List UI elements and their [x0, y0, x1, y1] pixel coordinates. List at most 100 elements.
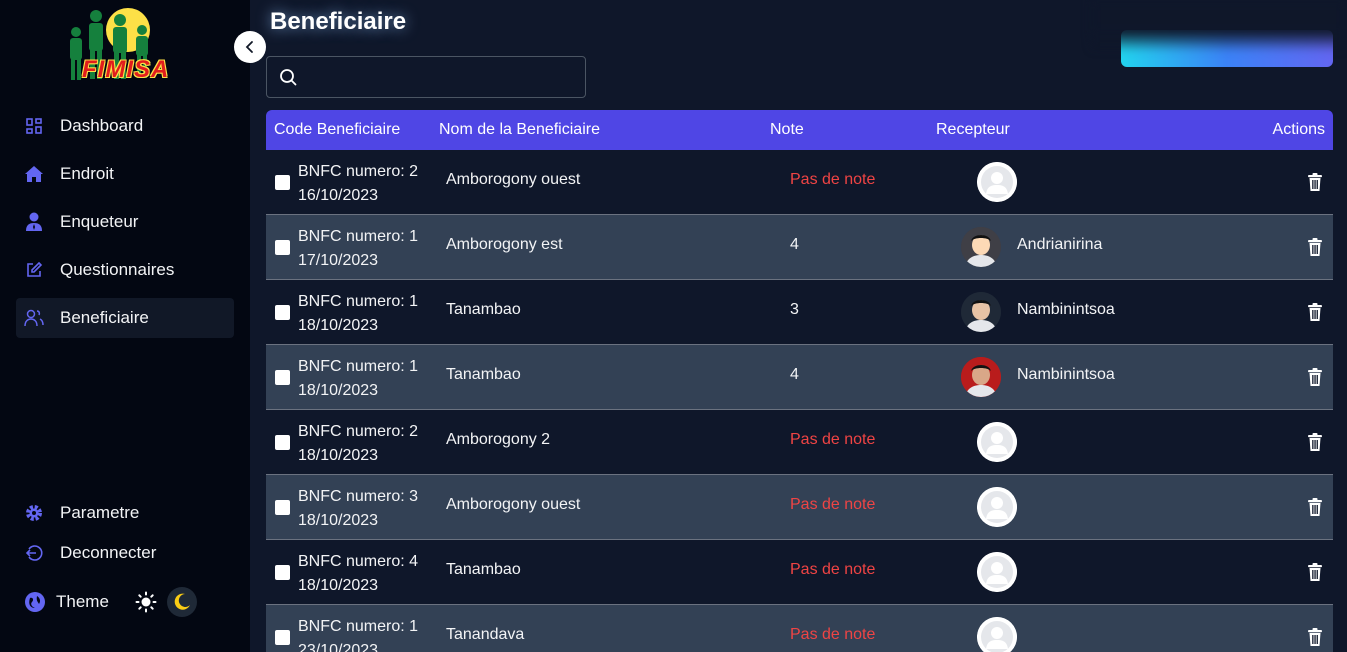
code-cell: BNFC numero: 2 16/10/2023: [298, 160, 418, 208]
theme-switcher: Theme: [24, 586, 197, 618]
sidebar-nav: Dashboard Endroit Enqueteur Questionnair…: [16, 106, 234, 346]
gear-icon: [24, 503, 44, 523]
nom-cell: Amborogony est: [446, 236, 563, 253]
row-checkbox[interactable]: [275, 305, 290, 320]
row-checkbox[interactable]: [275, 500, 290, 515]
row-checkbox[interactable]: [275, 370, 290, 385]
column-header-nom[interactable]: Nom de la Beneficiaire: [439, 121, 600, 139]
users-icon: [24, 308, 44, 328]
table-row[interactable]: BNFC numero: 3 18/10/2023 Amborogony oue…: [266, 475, 1333, 540]
column-header-code[interactable]: Code Beneficiaire: [274, 121, 400, 139]
table-row[interactable]: BNFC numero: 2 16/10/2023 Amborogony oue…: [266, 150, 1333, 215]
delete-button[interactable]: [1307, 302, 1323, 322]
date-text: 17/10/2023: [298, 252, 379, 269]
note-cell: Pas de note: [790, 431, 876, 448]
date-text: 18/10/2023: [298, 577, 379, 594]
delete-button[interactable]: [1307, 172, 1323, 192]
note-cell: Pas de note: [790, 626, 876, 643]
sidebar-item-label: Questionnaires: [60, 260, 175, 279]
date-text: 18/10/2023: [298, 447, 379, 464]
delete-button[interactable]: [1307, 432, 1323, 452]
table-row[interactable]: BNFC numero: 2 18/10/2023 Amborogony 2 P…: [266, 410, 1333, 475]
sidebar-item-deconnecter[interactable]: Deconnecter: [16, 536, 234, 570]
page-title: Beneficiaire: [270, 8, 407, 35]
code-text: BNFC numero: 1: [298, 228, 419, 245]
recepteur-name: Nambinintsoa: [1017, 301, 1115, 318]
note-cell: 4: [790, 236, 799, 253]
delete-button[interactable]: [1307, 237, 1323, 257]
row-checkbox[interactable]: [275, 175, 290, 190]
sidebar-item-parametre[interactable]: Parametre: [16, 496, 234, 530]
collapse-sidebar-button[interactable]: [234, 31, 266, 63]
sidebar-item-label: Deconnecter: [60, 543, 157, 562]
code-cell: BNFC numero: 3 18/10/2023: [298, 485, 418, 533]
row-checkbox[interactable]: [275, 565, 290, 580]
date-text: 18/10/2023: [298, 382, 379, 399]
note-cell: Pas de note: [790, 171, 876, 188]
sun-icon: [135, 591, 157, 613]
edit-icon: [24, 260, 44, 280]
note-cell: 3: [790, 301, 799, 318]
fimisa-logo[interactable]: FIMISA: [62, 2, 190, 88]
sidebar-item-dashboard[interactable]: Dashboard: [16, 106, 234, 146]
row-checkbox[interactable]: [275, 435, 290, 450]
trash-icon: [1308, 238, 1322, 256]
blurred-area: [1090, 0, 1347, 52]
sidebar: FIMISA Dashboard Endroit Enqueteur Quest…: [0, 0, 250, 652]
column-header-note[interactable]: Note: [770, 121, 804, 139]
table-row[interactable]: BNFC numero: 4 18/10/2023 Tanambao Pas d…: [266, 540, 1333, 605]
table-row[interactable]: BNFC numero: 1 23/10/2023 Tanandava Pas …: [266, 605, 1333, 652]
table-row[interactable]: BNFC numero: 1 18/10/2023 Tanambao 3 Nam…: [266, 280, 1333, 345]
user-tie-icon: [24, 212, 44, 232]
recepteur-avatar: [961, 357, 1001, 397]
column-header-recepteur[interactable]: Recepteur: [936, 121, 1010, 139]
trash-icon: [1308, 303, 1322, 321]
column-header-actions: Actions: [1272, 121, 1325, 138]
dark-theme-button[interactable]: [166, 587, 197, 617]
nom-cell: Amborogony ouest: [446, 496, 581, 513]
nom-cell: Amborogony ouest: [446, 171, 581, 188]
chevron-left-icon: [245, 41, 253, 53]
date-text: 18/10/2023: [298, 512, 379, 529]
code-cell: BNFC numero: 1 17/10/2023: [298, 225, 418, 273]
row-checkbox[interactable]: [275, 630, 290, 645]
recepteur-avatar: [961, 227, 1001, 267]
code-text: BNFC numero: 1: [298, 293, 419, 310]
sidebar-item-questionnaires[interactable]: Questionnaires: [16, 250, 234, 290]
theme-label: Theme: [56, 592, 109, 611]
code-text: BNFC numero: 1: [298, 358, 419, 375]
date-text: 23/10/2023: [298, 642, 379, 652]
recepteur-avatar: [961, 292, 1001, 332]
delete-button[interactable]: [1307, 562, 1323, 582]
nom-cell: Amborogony 2: [446, 431, 551, 448]
nom-cell: Tanambao: [446, 366, 521, 383]
table-row[interactable]: BNFC numero: 1 18/10/2023 Tanambao 4 Nam…: [266, 345, 1333, 410]
delete-button[interactable]: [1307, 367, 1323, 387]
code-cell: BNFC numero: 4 18/10/2023: [298, 550, 418, 598]
trash-icon: [1308, 173, 1322, 191]
nom-cell: Tanambao: [446, 301, 521, 318]
code-cell: BNFC numero: 1 18/10/2023: [298, 290, 418, 338]
light-theme-button[interactable]: [131, 587, 161, 617]
sidebar-item-label: Parametre: [60, 503, 140, 522]
code-cell: BNFC numero: 1 23/10/2023: [298, 615, 418, 652]
delete-button[interactable]: [1307, 497, 1323, 517]
note-cell: Pas de note: [790, 561, 876, 578]
sidebar-item-beneficiaire[interactable]: Beneficiaire: [16, 298, 234, 338]
sidebar-item-enqueteur[interactable]: Enqueteur: [16, 202, 234, 242]
delete-button[interactable]: [1307, 627, 1323, 647]
code-text: BNFC numero: 3: [298, 488, 419, 505]
nom-cell: Tanambao: [446, 561, 521, 578]
search-box: [266, 56, 586, 98]
search-input[interactable]: [307, 68, 577, 86]
sidebar-item-endroit[interactable]: Endroit: [16, 154, 234, 194]
theme-icon: [24, 591, 46, 613]
moon-icon: [174, 593, 190, 610]
default-avatar-icon: [977, 487, 1017, 527]
trash-icon: [1308, 433, 1322, 451]
row-checkbox[interactable]: [275, 240, 290, 255]
home-icon: [24, 164, 44, 184]
table-row[interactable]: BNFC numero: 1 17/10/2023 Amborogony est…: [266, 215, 1333, 280]
logo-text: FIMISA: [82, 56, 170, 83]
date-text: 18/10/2023: [298, 317, 379, 334]
